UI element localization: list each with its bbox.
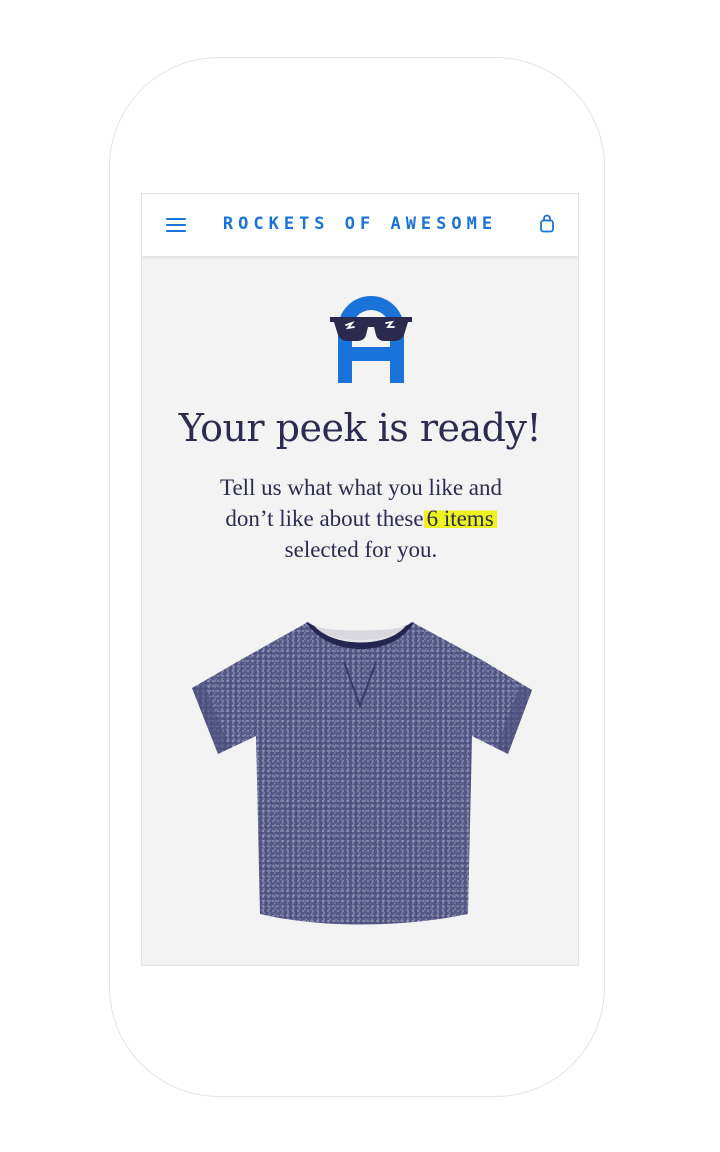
top-navigation-bar: ROCKETS OF AWESOME (142, 194, 578, 256)
item-count-highlight: 6 items (423, 506, 497, 531)
app-screen: ROCKETS OF AWESOME Your peek is ready! T… (141, 193, 579, 966)
page-title: Your peek is ready! (178, 406, 542, 450)
brand-logo-icon (328, 291, 414, 387)
intro-text: Tell us what what you like and don’t lik… (196, 472, 526, 565)
brand-wordmark[interactable]: ROCKETS OF AWESOME (202, 214, 518, 234)
hamburger-menu-icon[interactable] (166, 216, 188, 234)
shopping-bag-icon[interactable] (538, 214, 556, 234)
intro-text-end: selected for you. (284, 537, 438, 562)
product-image-tshirt[interactable] (190, 614, 534, 926)
